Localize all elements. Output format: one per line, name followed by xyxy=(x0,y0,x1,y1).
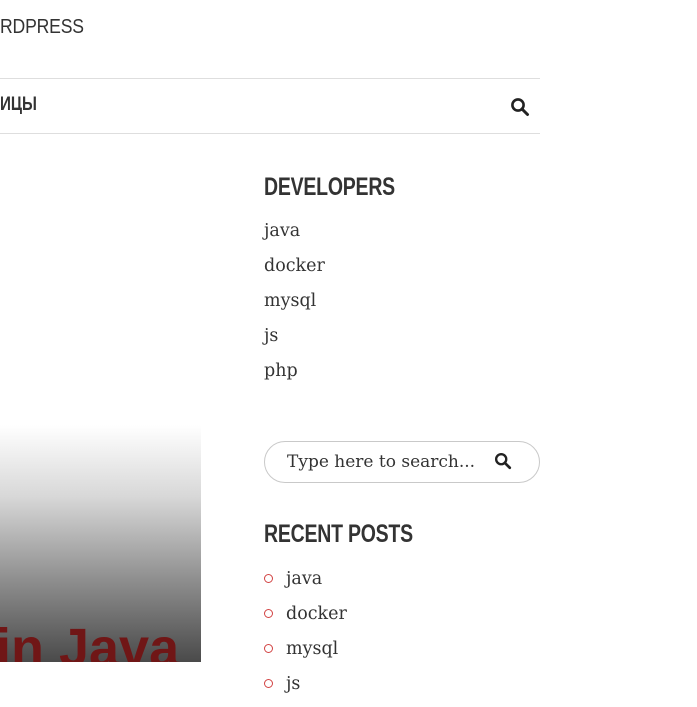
list-item: js xyxy=(264,324,325,359)
category-link[interactable]: mysql xyxy=(264,291,316,311)
list-item: java xyxy=(264,567,347,602)
developers-widget-title: DEVELOPERS xyxy=(264,173,395,201)
list-item: mysql xyxy=(264,289,325,324)
list-item: docker xyxy=(264,602,347,637)
list-item: mysql xyxy=(264,637,347,672)
sidebar-search-form xyxy=(264,441,540,483)
search-icon xyxy=(494,452,512,470)
category-link[interactable]: js xyxy=(264,326,278,346)
developers-list: java docker mysql js php xyxy=(264,219,325,394)
thumbnail-text: in Java xyxy=(0,618,180,662)
search-icon xyxy=(511,97,529,116)
category-link[interactable]: java xyxy=(264,221,300,241)
post-link[interactable]: docker xyxy=(286,604,347,624)
site-title[interactable]: RDPRESS xyxy=(0,16,84,39)
post-link[interactable]: java xyxy=(286,569,322,589)
main-navigation: ИЦЫ xyxy=(0,78,540,134)
circle-bullet-icon xyxy=(264,644,273,653)
list-item: php xyxy=(264,359,325,394)
circle-bullet-icon xyxy=(264,574,273,583)
circle-bullet-icon xyxy=(264,679,273,688)
search-submit-button[interactable] xyxy=(493,452,513,472)
search-input[interactable] xyxy=(287,442,487,482)
post-thumbnail[interactable]: in Java xyxy=(0,425,201,662)
list-item: java xyxy=(264,219,325,254)
category-link[interactable]: php xyxy=(264,361,298,381)
post-link[interactable]: mysql xyxy=(286,639,338,659)
category-link[interactable]: docker xyxy=(264,256,325,276)
list-item: docker xyxy=(264,254,325,289)
list-item: js xyxy=(264,672,347,707)
circle-bullet-icon xyxy=(264,609,273,618)
recent-posts-list: java docker mysql js xyxy=(264,567,347,707)
nav-search-button[interactable] xyxy=(508,96,532,120)
recent-posts-widget-title: RECENT POSTS xyxy=(264,520,413,548)
post-link[interactable]: js xyxy=(286,674,300,694)
nav-item[interactable]: ИЦЫ xyxy=(0,94,37,116)
